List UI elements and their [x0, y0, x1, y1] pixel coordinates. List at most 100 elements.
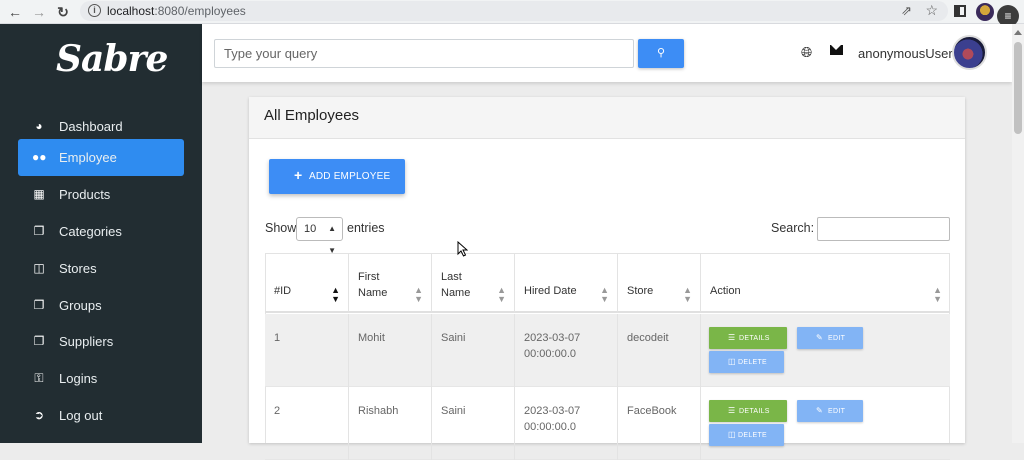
- scrollbar-thumb[interactable]: [1014, 42, 1022, 134]
- cell-text: 00:00:00.0: [524, 421, 576, 433]
- sidebar-item-employee[interactable]: ●● Employee: [18, 139, 184, 176]
- sidebar-item-label: Stores: [59, 261, 97, 276]
- column-header-last-name[interactable]: Last Name ▲ ▼: [432, 253, 515, 313]
- column-header-hired-date[interactable]: Hired Date ▲ ▼: [515, 253, 618, 313]
- cell-actions: ☰ DETAILS ✎ EDIT ◫ DELETE: [701, 387, 950, 460]
- side-panel-icon[interactable]: [954, 5, 966, 17]
- delete-button[interactable]: ◫ DELETE: [709, 351, 784, 373]
- edit-icon: ✎: [816, 406, 823, 415]
- users-icon: ●●: [32, 150, 47, 164]
- plus-icon: +: [294, 167, 303, 183]
- sidebar-item-products[interactable]: ▦ Products: [18, 176, 184, 213]
- sidebar-item-categories[interactable]: ❐ Categories: [18, 213, 184, 250]
- sidebar-item-suppliers[interactable]: ❐ Suppliers: [18, 323, 184, 360]
- sidebar: Sabre ◕ Dashboard ●● Employee ▦ Products…: [0, 24, 202, 443]
- details-label: DETAILS: [739, 408, 770, 415]
- cell-id: 2: [265, 387, 349, 460]
- back-arrow-icon[interactable]: ←: [6, 3, 24, 21]
- cell-text: decodeit: [627, 332, 669, 344]
- search-button[interactable]: ⚲: [638, 39, 684, 68]
- edit-icon: ✎: [816, 333, 823, 342]
- column-header-label: First Name: [358, 271, 388, 299]
- envelope-icon[interactable]: [830, 45, 843, 55]
- table-row: 1 Mohit Saini 2023-03-07 00:00:00.0 deco…: [265, 314, 950, 387]
- sort-icon: ▲ ▼: [414, 285, 423, 304]
- cell-last-name: Saini: [432, 314, 515, 387]
- trash-icon: ◫: [728, 357, 736, 366]
- list-icon: ☰: [728, 333, 736, 342]
- sidebar-item-groups[interactable]: ❐ Groups: [18, 287, 184, 324]
- search-icon: ⚲: [656, 47, 666, 59]
- cell-first-name: Mohit: [349, 314, 432, 387]
- scroll-up-arrow-icon[interactable]: [1014, 30, 1022, 35]
- cell-text: 2023-03-07: [524, 332, 581, 344]
- card-header: All Employees: [249, 97, 965, 139]
- column-header-label: Last Name: [441, 271, 471, 299]
- sidebar-item-logins[interactable]: ⚿ Logins: [18, 360, 184, 397]
- table-search-label: Search:: [771, 221, 815, 235]
- entries-value: 10: [304, 223, 317, 235]
- sort-icon: ▲ ▼: [600, 285, 609, 304]
- page-title: All Employees: [264, 107, 360, 124]
- cell-hired-date: 2023-03-07 00:00:00.0: [515, 314, 618, 387]
- sidebar-item-label: Employee: [59, 150, 117, 165]
- details-button[interactable]: ☰ DETAILS: [709, 327, 787, 349]
- site-info-icon[interactable]: i: [88, 4, 101, 17]
- sidebar-item-label: Products: [59, 187, 111, 202]
- column-header-action[interactable]: Action ▲ ▼: [701, 253, 950, 313]
- column-header-label: #ID: [274, 285, 292, 297]
- column-header-label: Store: [627, 285, 654, 297]
- entries-select[interactable]: 10 ▲ ▼: [296, 217, 343, 255]
- sidebar-item-label: Dashboard: [59, 119, 123, 134]
- share-icon[interactable]: ⇗: [901, 3, 912, 19]
- page-scrollbar[interactable]: [1012, 24, 1024, 443]
- sidebar-item-label: Log out: [59, 408, 103, 423]
- cell-text: FaceBook: [627, 405, 677, 417]
- delete-label: DELETE: [738, 359, 768, 366]
- url-path: :8080/employees: [154, 4, 246, 18]
- browser-toolbar: ← → ↻ i localhost:8080/employees ⇗ ☆ ≡: [0, 0, 1024, 27]
- delete-label: DELETE: [738, 432, 768, 439]
- sidebar-item-stores[interactable]: ◫ Stores: [18, 250, 184, 287]
- copy-icon: ❐: [33, 224, 45, 238]
- show-label: Show: [265, 221, 297, 235]
- forward-arrow-icon[interactable]: →: [30, 3, 48, 21]
- cell-actions: ☰ DETAILS ✎ EDIT ◫ DELETE: [701, 314, 950, 387]
- sidebar-item-logout[interactable]: ➲ Log out: [18, 397, 184, 434]
- bookmark-star-icon[interactable]: ☆: [925, 2, 938, 19]
- sort-icon: ▲ ▼: [933, 285, 942, 304]
- pie-chart-icon: ◕: [35, 119, 43, 133]
- entries-label: entries: [347, 221, 385, 235]
- details-label: DETAILS: [739, 335, 770, 342]
- cell-text: 2: [274, 405, 281, 417]
- column-header-store[interactable]: Store ▲ ▼: [618, 253, 701, 313]
- edit-button[interactable]: ✎ EDIT: [797, 327, 863, 349]
- app-logo: Sabre: [56, 38, 168, 80]
- profile-avatar-icon[interactable]: [976, 3, 994, 21]
- edit-button[interactable]: ✎ EDIT: [797, 400, 863, 422]
- cell-store: decodeit: [618, 314, 701, 387]
- search-input[interactable]: [214, 39, 634, 68]
- url-text: localhost:8080/employees: [107, 4, 246, 18]
- column-header-label: Action: [710, 285, 741, 297]
- details-button[interactable]: ☰ DETAILS: [709, 400, 787, 422]
- top-navbar: ⚲ 🌐︎ anonymousUser: [202, 24, 1012, 82]
- address-bar[interactable]: i localhost:8080/employees ⇗ ☆: [80, 1, 948, 21]
- sidebar-item-label: Categories: [59, 224, 122, 239]
- cell-text: Saini: [441, 332, 466, 344]
- cell-id: 1: [265, 314, 349, 387]
- user-avatar[interactable]: [952, 35, 987, 70]
- username[interactable]: anonymousUser: [858, 46, 953, 61]
- column-header-first-name[interactable]: First Name ▲ ▼: [349, 253, 432, 313]
- url-host: localhost: [107, 4, 155, 18]
- table-row: 2 Rishabh Saini 2023-03-07 00:00:00.0 Fa…: [265, 387, 950, 460]
- reload-icon[interactable]: ↻: [54, 3, 72, 21]
- trash-icon: ◫: [728, 430, 736, 439]
- globe-icon[interactable]: 🌐︎: [801, 44, 812, 61]
- list-icon: ☰: [728, 406, 736, 415]
- cell-text: 1: [274, 332, 281, 344]
- column-header-id[interactable]: #ID ▲ ▼: [265, 253, 349, 313]
- cell-text: Mohit: [358, 332, 385, 344]
- table-search-input[interactable]: [817, 217, 950, 241]
- add-employee-button[interactable]: + ADD EMPLOYEE: [269, 159, 405, 194]
